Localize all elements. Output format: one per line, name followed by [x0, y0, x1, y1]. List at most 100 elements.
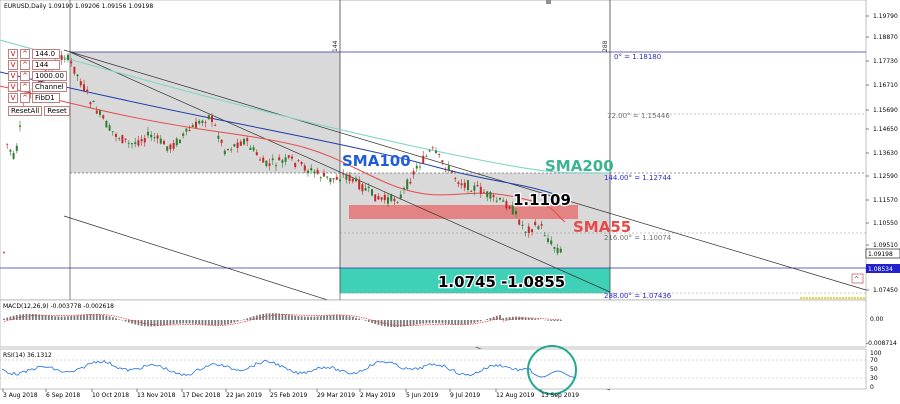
candle-body [86, 90, 88, 91]
candle-body [384, 195, 386, 200]
control-1-field[interactable]: 144.0 [32, 49, 60, 59]
date-axis-label: 9 Jul 2019 [450, 392, 480, 399]
candle-body [109, 125, 111, 130]
macd-bar [550, 320, 552, 321]
candle-body [288, 155, 290, 157]
macd-bar [557, 320, 559, 321]
macd-bar [397, 320, 399, 327]
price-axis-label: 1.12590 [873, 173, 898, 180]
macd-bar [93, 314, 95, 320]
candle-body [531, 229, 533, 232]
candle-body [537, 226, 539, 229]
candle-body [89, 102, 91, 104]
candle-body [73, 67, 75, 74]
macd-bar [67, 316, 69, 320]
candle-body [441, 160, 443, 162]
rsi-tick-50: 50 [870, 366, 878, 373]
control-4-field[interactable]: Channel [32, 82, 67, 92]
macd-bar [458, 320, 460, 325]
macd-bar [464, 320, 466, 324]
control-5-toggle-v[interactable]: V [8, 93, 18, 103]
candle-body [493, 195, 495, 197]
macd-bar [406, 320, 408, 326]
candle-body [265, 161, 267, 166]
candle-body [153, 137, 155, 138]
macd-bar [64, 316, 66, 320]
control-2-field[interactable]: 144 [32, 60, 60, 70]
candle-body [6, 144, 8, 145]
candle-body [301, 162, 303, 164]
macd-panel[interactable] [0, 300, 866, 347]
macd-bar [502, 318, 504, 320]
control-5-toggle-caret[interactable]: ^ [20, 93, 30, 103]
candle-body [480, 187, 482, 194]
candle-body [393, 199, 395, 202]
rsi-tick-30: 30 [870, 375, 878, 382]
candle-body [397, 202, 399, 203]
control-1-toggle-caret[interactable]: ^ [20, 49, 30, 59]
macd-bar [387, 320, 389, 327]
control-row-3: V ^ 1000.00 [8, 71, 67, 81]
control-3-field[interactable]: 1000.00 [32, 71, 67, 81]
macd-bar [294, 316, 296, 320]
candle-body [157, 135, 159, 138]
chart-window[interactable]: SMA100 SMA200 SMA55 1.1109 1.0745 -1.085… [0, 0, 900, 400]
scroll-marker[interactable] [546, 0, 551, 4]
candle-body [125, 139, 127, 140]
price-axis-label: 1.09510 [873, 242, 898, 249]
candle-body [105, 121, 107, 128]
fib-label-216: 216.00° = 1.10074 [604, 234, 672, 242]
candle-body [3, 252, 5, 253]
macd-bar [330, 315, 332, 320]
candle-body [326, 176, 328, 177]
macd-bar [170, 320, 172, 325]
control-4-toggle-caret[interactable]: ^ [20, 82, 30, 92]
control-4-toggle-v[interactable]: V [8, 82, 18, 92]
candle-body [358, 180, 360, 190]
reset-all-button[interactable]: ResetAll [8, 106, 42, 116]
control-1-toggle-v[interactable]: V [8, 49, 18, 59]
macd-bar [339, 315, 341, 320]
control-5-field[interactable]: FibD1 [32, 93, 60, 103]
macd-bar [333, 315, 335, 320]
candle-body [173, 143, 175, 149]
control-3-toggle-v[interactable]: V [8, 71, 18, 81]
macd-bar [365, 320, 367, 321]
macd-bar [323, 316, 325, 320]
candle-body [80, 81, 82, 85]
macd-bar [413, 320, 415, 325]
candle-body [435, 151, 437, 153]
candle-body [528, 226, 530, 233]
candle-body [281, 160, 283, 163]
macd-bar [336, 315, 338, 320]
macd-bar [96, 314, 98, 320]
macd-bar [275, 313, 277, 320]
macd-bar [515, 317, 517, 320]
candle-body [329, 178, 331, 182]
candle-body [374, 194, 376, 201]
macd-bar [256, 315, 258, 320]
candle-body [515, 211, 517, 214]
macd-bar [29, 314, 31, 320]
macd-bar [531, 318, 533, 320]
candle-body [272, 158, 274, 160]
price-chart[interactable]: SMA100 SMA200 SMA55 1.1109 1.0745 -1.085… [0, 0, 900, 400]
date-axis-label: 13 Nov 2018 [137, 392, 176, 399]
reset-button[interactable]: Reset [44, 106, 70, 116]
macd-bar [54, 316, 56, 320]
macd-bar [426, 320, 428, 323]
control-2-toggle-v[interactable]: V [8, 60, 18, 70]
candle-body [221, 140, 223, 143]
price-axis-label: 1.19790 [873, 13, 898, 20]
candle-body [246, 138, 248, 141]
control-2-toggle-caret[interactable]: ^ [20, 60, 30, 70]
macd-bar [32, 314, 34, 320]
macd-bar [10, 317, 12, 320]
control-3-toggle-caret[interactable]: ^ [20, 71, 30, 81]
macd-bar [416, 320, 418, 324]
candle-body [70, 61, 72, 63]
candle-body [310, 168, 312, 170]
candle-body [214, 125, 216, 126]
price-axis-label: 1.07450 [873, 287, 898, 294]
candle-body [489, 192, 491, 199]
